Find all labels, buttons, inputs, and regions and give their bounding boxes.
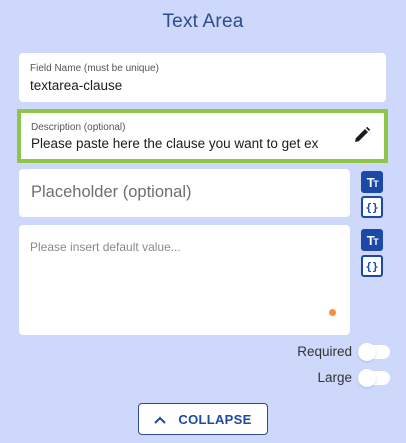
placeholder-field-placeholder: Placeholder (optional) [31, 183, 192, 201]
field-name-label: Field Name (must be unique) [30, 63, 159, 74]
description-label: Description (optional) [31, 122, 126, 133]
variable-braces-icon[interactable]: {} [361, 196, 383, 218]
required-label: Required [297, 344, 352, 359]
large-toggle[interactable] [358, 368, 390, 387]
variable-braces-icon[interactable]: {} [361, 255, 383, 277]
chevron-up-icon [154, 412, 167, 427]
default-value-textarea[interactable]: Please insert default value... [19, 225, 350, 335]
default-value-placeholder: Please insert default value... [30, 240, 181, 254]
page-title: Text Area [162, 11, 244, 32]
field-name-value[interactable]: textarea-clause [30, 78, 122, 93]
collapse-label: COLLAPSE [178, 411, 252, 427]
pencil-icon[interactable] [352, 125, 372, 145]
status-dot [329, 309, 336, 316]
required-toggle-row: Required [297, 342, 390, 361]
text-format-icon[interactable]: TT [361, 171, 383, 193]
placeholder-input[interactable]: Placeholder (optional) [19, 169, 350, 217]
large-toggle-row: Large [317, 368, 390, 387]
description-input[interactable]: Description (optional) Please paste here… [17, 109, 388, 163]
required-toggle[interactable] [358, 342, 390, 361]
text-format-icon[interactable]: TT [361, 229, 383, 251]
large-label: Large [317, 370, 352, 385]
collapse-button[interactable]: COLLAPSE [138, 403, 268, 435]
field-name-input[interactable]: Field Name (must be unique) textarea-cla… [19, 53, 386, 102]
description-value[interactable]: Please paste here the clause you want to… [31, 136, 341, 151]
